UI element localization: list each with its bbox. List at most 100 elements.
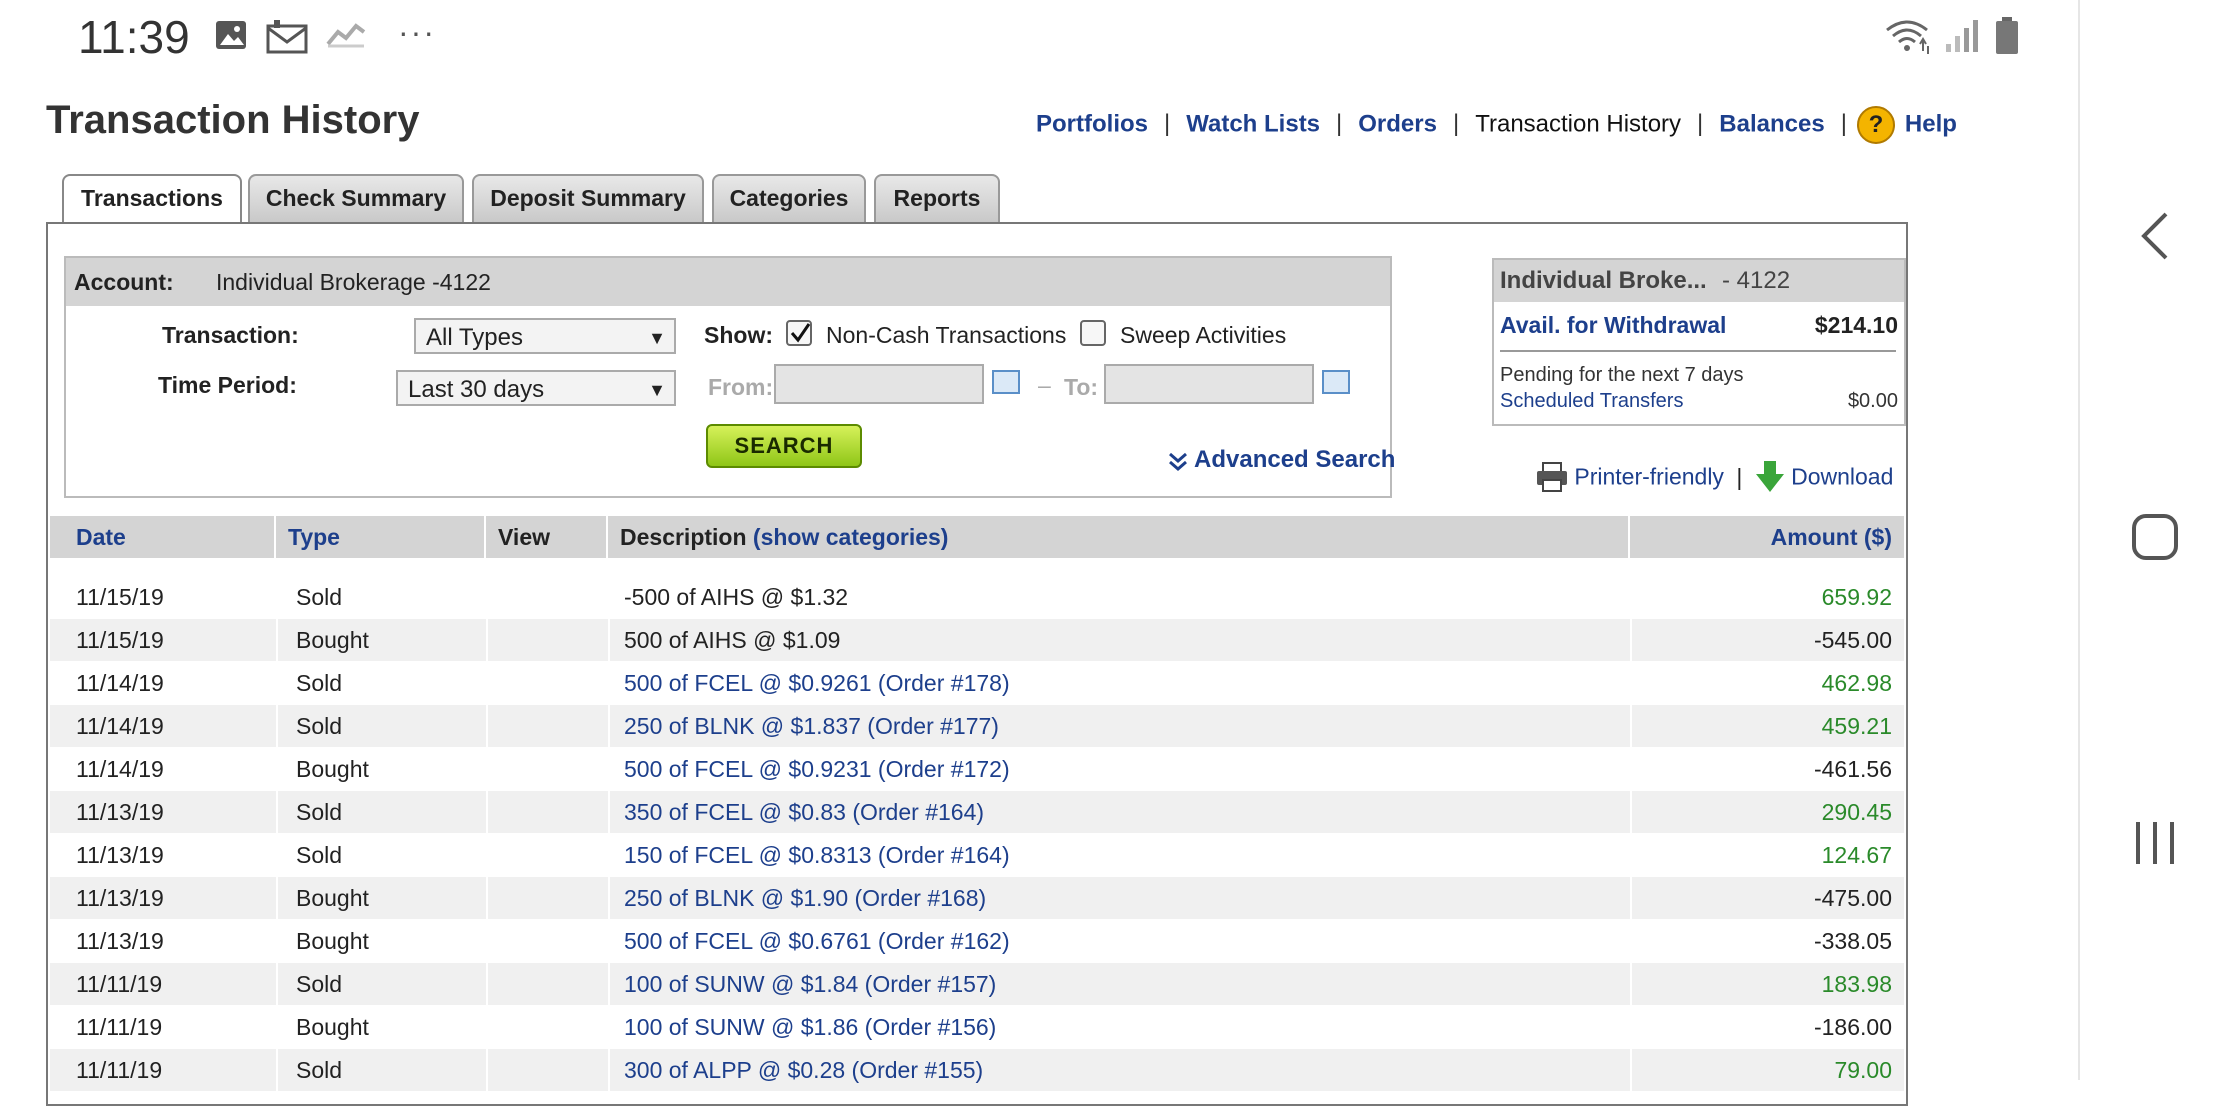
column-divider [608, 920, 610, 962]
row-description[interactable]: 500 of FCEL @ $0.9231 (Order #172) [624, 748, 1010, 790]
row-amount: 459.21 [1821, 713, 1892, 739]
column-divider [608, 877, 610, 919]
column-divider [1630, 748, 1632, 790]
row-description[interactable]: 500 of FCEL @ $0.6761 (Order #162) [624, 920, 1010, 962]
printer-friendly-link[interactable]: Printer-friendly [1574, 464, 1724, 490]
column-divider [1630, 1049, 1632, 1091]
row-description[interactable]: 150 of FCEL @ $0.8313 (Order #164) [624, 834, 1010, 876]
account-bar: Account: Individual Brokerage -4122 [66, 258, 1390, 306]
scheduled-transfers-link[interactable]: Scheduled Transfers [1500, 390, 1683, 413]
summary-divider [1500, 350, 1896, 352]
summary-account-suffix: - 4122 [1722, 267, 1791, 294]
avail-withdrawal-label[interactable]: Avail. for Withdrawal [1500, 312, 1726, 339]
column-divider [1630, 1006, 1632, 1048]
table-row: 11/14/19 Sold 500 of FCEL @ $0.9261 (Order… [50, 662, 1904, 704]
recents-icon[interactable] [2132, 818, 2178, 868]
summary-account-name: Individual Broke... [1500, 267, 1707, 294]
tab-transactions[interactable]: Transactions [62, 174, 242, 226]
table-header: Date Type View Description (show categor… [50, 516, 1904, 558]
row-date: 11/14/19 [76, 713, 164, 739]
signal-icon [1946, 20, 1978, 52]
avail-withdrawal-value: $214.10 [1814, 312, 1898, 338]
column-divider [1630, 963, 1632, 1005]
status-bar: 11:39 ··· [0, 0, 2076, 70]
row-amount: 659.92 [1821, 584, 1892, 610]
tab-categories[interactable]: Categories [712, 174, 866, 222]
row-amount: -338.05 [1813, 928, 1892, 954]
column-divider [276, 576, 278, 618]
double-chevron-down-icon [1169, 452, 1187, 471]
nav-help[interactable]: Help [1905, 110, 1957, 137]
row-type: Sold [296, 971, 343, 997]
row-type: Sold [296, 799, 343, 825]
table-row: 11/13/19 Bought 250 of BLNK @ $1.90 (Order… [50, 877, 1904, 919]
show-label: Show: [704, 322, 773, 348]
pending-label: Pending for the next 7 days [1500, 364, 1744, 386]
nav-portfolios[interactable]: Portfolios [1036, 110, 1148, 137]
column-divider [608, 619, 610, 661]
table-row: 11/11/19 Sold 300 of ALPP @ $0.28 (Order #… [50, 1049, 1904, 1091]
column-divider [608, 1006, 610, 1048]
nav-transaction-history[interactable]: Transaction History [1475, 110, 1681, 137]
calendar-icon[interactable] [1322, 370, 1350, 394]
row-type: Sold [296, 713, 343, 739]
row-description[interactable]: 300 of ALPP @ $0.28 (Order #155) [624, 1049, 983, 1091]
checkmark-icon [790, 323, 811, 343]
show-categories-link[interactable]: (show categories) [753, 524, 949, 550]
calendar-icon[interactable] [992, 370, 1020, 394]
sweep-checkbox[interactable] [1080, 320, 1106, 346]
export-separator: | [1736, 463, 1743, 490]
col-type[interactable]: Type [276, 516, 486, 558]
row-amount: -475.00 [1813, 885, 1892, 911]
nav-watch-lists[interactable]: Watch Lists [1186, 110, 1320, 137]
download-arrow-icon[interactable] [1755, 460, 1785, 494]
column-divider [486, 920, 488, 962]
row-type: Bought [296, 756, 369, 782]
row-description[interactable]: 350 of FCEL @ $0.83 (Order #164) [624, 791, 984, 833]
row-description[interactable]: 100 of SUNW @ $1.86 (Order #156) [624, 1006, 996, 1048]
battery-icon [1996, 17, 2018, 54]
row-date: 11/13/19 [76, 799, 164, 825]
tab-check-summary[interactable]: Check Summary [248, 174, 464, 222]
download-link[interactable]: Download [1791, 464, 1893, 490]
row-description[interactable]: 250 of BLNK @ $1.90 (Order #168) [624, 877, 986, 919]
row-description[interactable]: 250 of BLNK @ $1.837 (Order #177) [624, 705, 999, 747]
row-description[interactable]: 500 of FCEL @ $0.9261 (Order #178) [624, 662, 1010, 704]
row-date: 11/15/19 [76, 627, 164, 653]
row-date: 11/15/19 [76, 584, 164, 610]
from-label: From: [708, 374, 774, 400]
column-divider [608, 1049, 610, 1091]
table-row: 11/11/19 Sold 100 of SUNW @ $1.84 (Order #… [50, 963, 1904, 1005]
row-description: 500 of AIHS @ $1.09 [624, 627, 841, 653]
printer-icon[interactable] [1536, 462, 1568, 492]
nav-separator: | [1840, 110, 1847, 138]
col-amount[interactable]: Amount ($) [1630, 516, 1904, 558]
home-icon[interactable] [2130, 512, 2180, 562]
column-divider [1630, 834, 1632, 876]
chart-icon [326, 23, 366, 48]
noncash-label: Non-Cash Transactions [826, 322, 1067, 348]
nav-separator: | [1697, 110, 1704, 138]
back-icon[interactable] [2138, 210, 2172, 262]
row-description[interactable]: 100 of SUNW @ $1.84 (Order #157) [624, 963, 996, 1005]
column-divider [1630, 662, 1632, 704]
column-divider [608, 834, 610, 876]
tab-reports[interactable]: Reports [874, 174, 1000, 222]
column-divider [608, 791, 610, 833]
row-description: -500 of AIHS @ $1.32 [624, 584, 849, 610]
sweep-label: Sweep Activities [1120, 322, 1287, 348]
help-icon[interactable]: ? [1856, 106, 1895, 144]
to-date-input[interactable] [1104, 364, 1314, 404]
row-amount: -545.00 [1813, 627, 1892, 653]
noncash-checkbox[interactable] [786, 320, 812, 346]
transaction-type-select[interactable]: All Types ▼ [414, 318, 676, 354]
nav-balances[interactable]: Balances [1719, 110, 1824, 137]
tab-deposit-summary[interactable]: Deposit Summary [472, 174, 704, 222]
nav-orders[interactable]: Orders [1358, 110, 1437, 137]
from-date-input[interactable] [774, 364, 984, 404]
advanced-search-link[interactable]: Advanced Search [1168, 446, 1395, 474]
column-divider [608, 576, 610, 618]
col-date[interactable]: Date [50, 516, 276, 558]
search-button[interactable]: SEARCH [706, 424, 862, 468]
time-period-select[interactable]: Last 30 days ▼ [396, 370, 676, 406]
